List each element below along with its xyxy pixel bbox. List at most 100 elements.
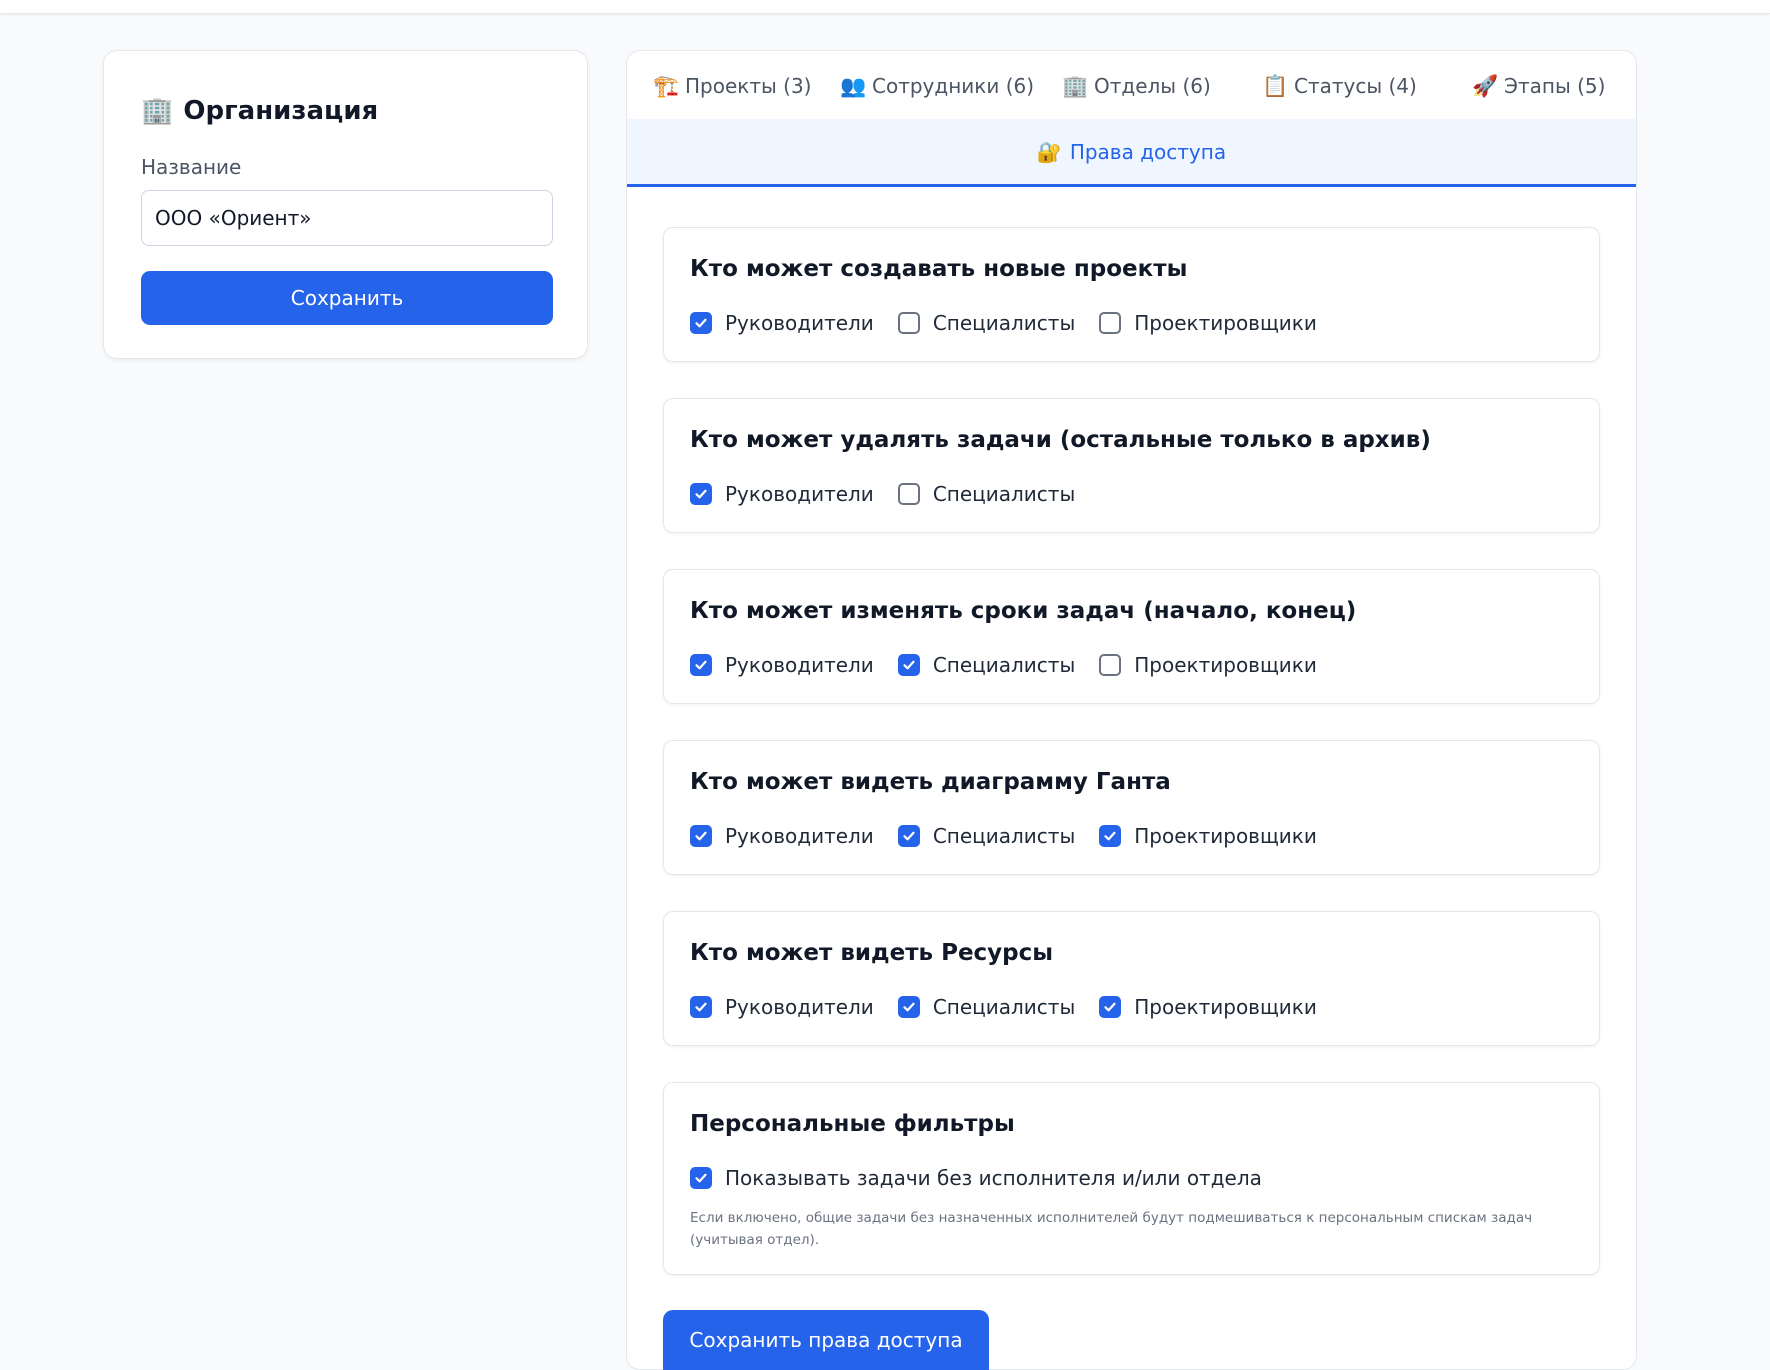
checkbox-box[interactable] xyxy=(690,312,712,334)
tab-employees[interactable]: 👥 Сотрудники (6) xyxy=(840,71,1034,101)
permission-title: Кто может удалять задачи (остальные толь… xyxy=(690,427,1431,453)
settings-panel: 🏗️ Проекты (3) 👥 Сотрудники (6) 🏢 Отделы… xyxy=(626,50,1637,1370)
tab-statuses[interactable]: 📋 Статусы (4) xyxy=(1262,71,1417,101)
checkbox-box[interactable] xyxy=(897,654,920,676)
checkbox-box[interactable] xyxy=(1099,654,1122,676)
checkbox-show-unassigned[interactable]: Показывать задачи без исполнителя и/или … xyxy=(690,1166,1262,1190)
checkbox-label: Проектировщики xyxy=(1134,995,1317,1019)
permission-card-change-deadlines: Кто может изменять сроки задач (начало, … xyxy=(663,569,1600,704)
checkbox-designers[interactable]: Проектировщики xyxy=(1099,824,1317,848)
checkbox-label: Проектировщики xyxy=(1134,824,1317,848)
tabs-row: 🏗️ Проекты (3) 👥 Сотрудники (6) 🏢 Отделы… xyxy=(627,51,1636,119)
clipboard-icon: 📋 xyxy=(1262,73,1289,98)
permission-title: Кто может видеть Ресурсы xyxy=(690,940,1054,966)
checkbox-box[interactable] xyxy=(690,1167,712,1189)
check-icon xyxy=(695,831,707,841)
tab-label: Сотрудники (6) xyxy=(872,74,1035,98)
checkbox-box[interactable] xyxy=(1099,996,1122,1018)
checkbox-designers[interactable]: Проектировщики xyxy=(1099,653,1317,677)
personal-filters-options: Показывать задачи без исполнителя и/или … xyxy=(690,1163,1286,1193)
checkbox-label: Руководители xyxy=(725,824,874,848)
tab-access-rights-row: 🔐 Права доступа xyxy=(627,119,1636,187)
checkbox-designers[interactable]: Проектировщики xyxy=(1099,311,1317,335)
checkbox-label: Руководители xyxy=(725,482,874,506)
top-bar xyxy=(0,0,1770,14)
personal-filters-title: Персональные фильтры xyxy=(690,1111,1015,1137)
tab-access-rights[interactable]: 🔐 Права доступа xyxy=(627,119,1636,184)
check-icon xyxy=(903,1002,915,1012)
checkbox-label: Проектировщики xyxy=(1134,653,1317,677)
save-access-rights-button[interactable]: Сохранить права доступа xyxy=(663,1310,989,1370)
check-icon xyxy=(903,831,915,841)
checkbox-specialists[interactable]: Специалисты xyxy=(897,482,1076,506)
check-icon xyxy=(695,660,707,670)
tab-departments[interactable]: 🏢 Отделы (6) xyxy=(1062,71,1211,101)
rocket-icon: 🚀 xyxy=(1472,73,1499,98)
checkbox-box[interactable] xyxy=(1099,825,1122,847)
tab-label: Отделы (6) xyxy=(1094,74,1211,98)
checkbox-label: Показывать задачи без исполнителя и/или … xyxy=(725,1166,1262,1190)
checkbox-specialists[interactable]: Специалисты xyxy=(897,653,1076,677)
checkbox-label: Специалисты xyxy=(932,653,1076,677)
checkbox-designers[interactable]: Проектировщики xyxy=(1099,995,1317,1019)
permission-options: Руководители Специалисты Проектировщики xyxy=(690,992,1341,1022)
check-icon xyxy=(695,318,707,328)
check-icon xyxy=(1104,831,1116,841)
checkbox-box[interactable] xyxy=(897,483,920,505)
tab-label: Этапы (5) xyxy=(1504,74,1606,98)
checkbox-label: Специалисты xyxy=(932,482,1076,506)
checkbox-label: Специалисты xyxy=(932,311,1076,335)
building-icon: 🏢 xyxy=(1062,73,1089,98)
organization-save-button[interactable]: Сохранить xyxy=(141,271,553,325)
tab-projects[interactable]: 🏗️ Проекты (3) xyxy=(653,71,811,101)
checkbox-label: Проектировщики xyxy=(1134,311,1317,335)
check-icon xyxy=(695,489,707,499)
permission-options: Руководители Специалисты Проектировщики xyxy=(690,308,1341,338)
people-icon: 👥 xyxy=(840,73,867,98)
checkbox-box[interactable] xyxy=(897,825,920,847)
tab-stages[interactable]: 🚀 Этапы (5) xyxy=(1472,71,1605,101)
checkbox-box[interactable] xyxy=(690,654,712,676)
permission-card-delete-tasks: Кто может удалять задачи (остальные толь… xyxy=(663,398,1600,533)
permission-title: Кто может видеть диаграмму Ганта xyxy=(690,769,1171,795)
checkbox-label: Руководители xyxy=(725,311,874,335)
permission-options: Руководители Специалисты xyxy=(690,479,1099,509)
checkbox-managers[interactable]: Руководители xyxy=(690,824,874,848)
permission-options: Руководители Специалисты Проектировщики xyxy=(690,650,1341,680)
permission-title: Кто может изменять сроки задач (начало, … xyxy=(690,598,1357,624)
checkbox-managers[interactable]: Руководители xyxy=(690,995,874,1019)
checkbox-managers[interactable]: Руководители xyxy=(690,653,874,677)
checkbox-box[interactable] xyxy=(690,996,712,1018)
personal-filters-card: Персональные фильтры Показывать задачи б… xyxy=(663,1082,1600,1275)
checkbox-box[interactable] xyxy=(690,825,712,847)
checkbox-specialists[interactable]: Специалисты xyxy=(897,824,1076,848)
name-label: Название xyxy=(141,155,242,179)
checkbox-managers[interactable]: Руководители xyxy=(690,482,874,506)
organization-title: Организация xyxy=(183,96,379,126)
permission-card-create-projects: Кто может создавать новые проекты Руково… xyxy=(663,227,1600,362)
checkbox-box[interactable] xyxy=(897,996,920,1018)
check-icon xyxy=(903,660,915,670)
organization-name-input[interactable] xyxy=(141,190,553,246)
check-icon xyxy=(695,1002,707,1012)
personal-filters-hint: Если включено, общие задачи без назначен… xyxy=(690,1210,1533,1248)
checkbox-managers[interactable]: Руководители xyxy=(690,311,874,335)
checkbox-label: Руководители xyxy=(725,653,874,677)
check-icon xyxy=(1104,1002,1116,1012)
checkbox-box[interactable] xyxy=(1099,312,1122,334)
checkbox-specialists[interactable]: Специалисты xyxy=(897,995,1076,1019)
tab-label: Статусы (4) xyxy=(1294,74,1417,98)
lock-key-icon: 🔐 xyxy=(1036,139,1062,164)
building-icon: 🏢 xyxy=(141,96,174,126)
checkbox-box[interactable] xyxy=(690,483,712,505)
permission-card-view-resources: Кто может видеть Ресурсы Руководители Сп… xyxy=(663,911,1600,1046)
permission-title: Кто может создавать новые проекты xyxy=(690,256,1188,282)
checkbox-specialists[interactable]: Специалисты xyxy=(897,311,1076,335)
check-icon xyxy=(695,1173,707,1183)
checkbox-box[interactable] xyxy=(897,312,920,334)
permission-card-view-gantt: Кто может видеть диаграмму Ганта Руковод… xyxy=(663,740,1600,875)
tab-label: Права доступа xyxy=(1069,139,1227,164)
construction-icon: 🏗️ xyxy=(653,73,680,98)
checkbox-label: Специалисты xyxy=(932,995,1076,1019)
checkbox-label: Специалисты xyxy=(932,824,1076,848)
